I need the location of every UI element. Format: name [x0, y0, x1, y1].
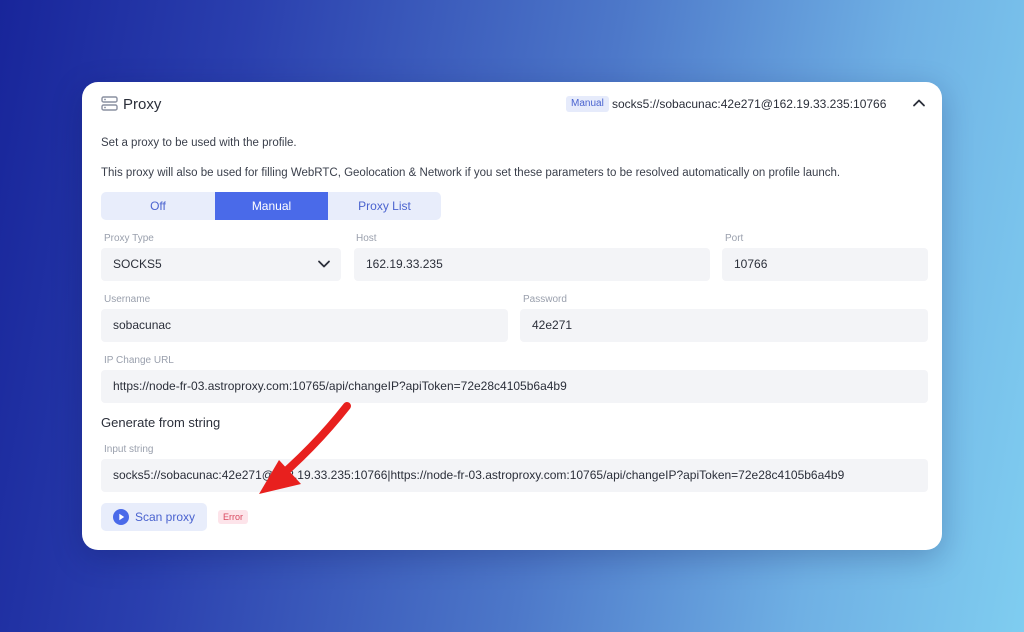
host-label: Host: [356, 233, 377, 244]
port-label: Port: [725, 233, 744, 244]
scan-proxy-label: Scan proxy: [135, 510, 196, 524]
port-input[interactable]: 10766: [722, 248, 928, 281]
ip-change-url-label: IP Change URL: [104, 355, 174, 366]
generate-section-title: Generate from string: [101, 415, 221, 430]
chevron-up-icon[interactable]: [911, 95, 927, 111]
tab-proxy-list[interactable]: Proxy List: [328, 192, 441, 220]
tab-off[interactable]: Off: [101, 192, 215, 220]
status-badge: Error: [218, 510, 248, 524]
tab-manual[interactable]: Manual: [215, 192, 328, 220]
proxy-mode-tabs: Off Manual Proxy List: [101, 192, 441, 220]
card-title: Proxy: [123, 96, 162, 113]
description-line-1: Set a proxy to be used with the profile.: [101, 137, 297, 149]
mode-badge: Manual: [566, 96, 609, 112]
proxy-type-select[interactable]: SOCKS5: [101, 248, 341, 281]
ip-change-url-input[interactable]: https://node-fr-03.astroproxy.com:10765/…: [101, 370, 928, 403]
input-string-field[interactable]: socks5://sobacunac:42e271@162.19.33.235:…: [101, 459, 928, 492]
host-input[interactable]: 162.19.33.235: [354, 248, 710, 281]
scan-proxy-button[interactable]: Scan proxy: [101, 503, 207, 531]
proxy-type-label: Proxy Type: [104, 233, 154, 244]
chevron-down-icon: [318, 260, 330, 268]
password-input[interactable]: 42e271: [520, 309, 928, 342]
proxy-server-icon: [101, 96, 118, 111]
username-label: Username: [104, 294, 151, 305]
proxy-summary: socks5://sobacunac:42e271@162.19.33.235:…: [612, 97, 887, 111]
description-line-2: This proxy will also be used for filling…: [101, 167, 841, 179]
play-circle-icon: [113, 509, 129, 525]
proxy-settings-card: Proxy Manual socks5://sobacunac:42e271@1…: [82, 82, 942, 550]
input-string-label: Input string: [104, 444, 154, 455]
password-label: Password: [523, 294, 567, 305]
proxy-type-value: SOCKS5: [113, 257, 162, 271]
username-input[interactable]: sobacunac: [101, 309, 508, 342]
